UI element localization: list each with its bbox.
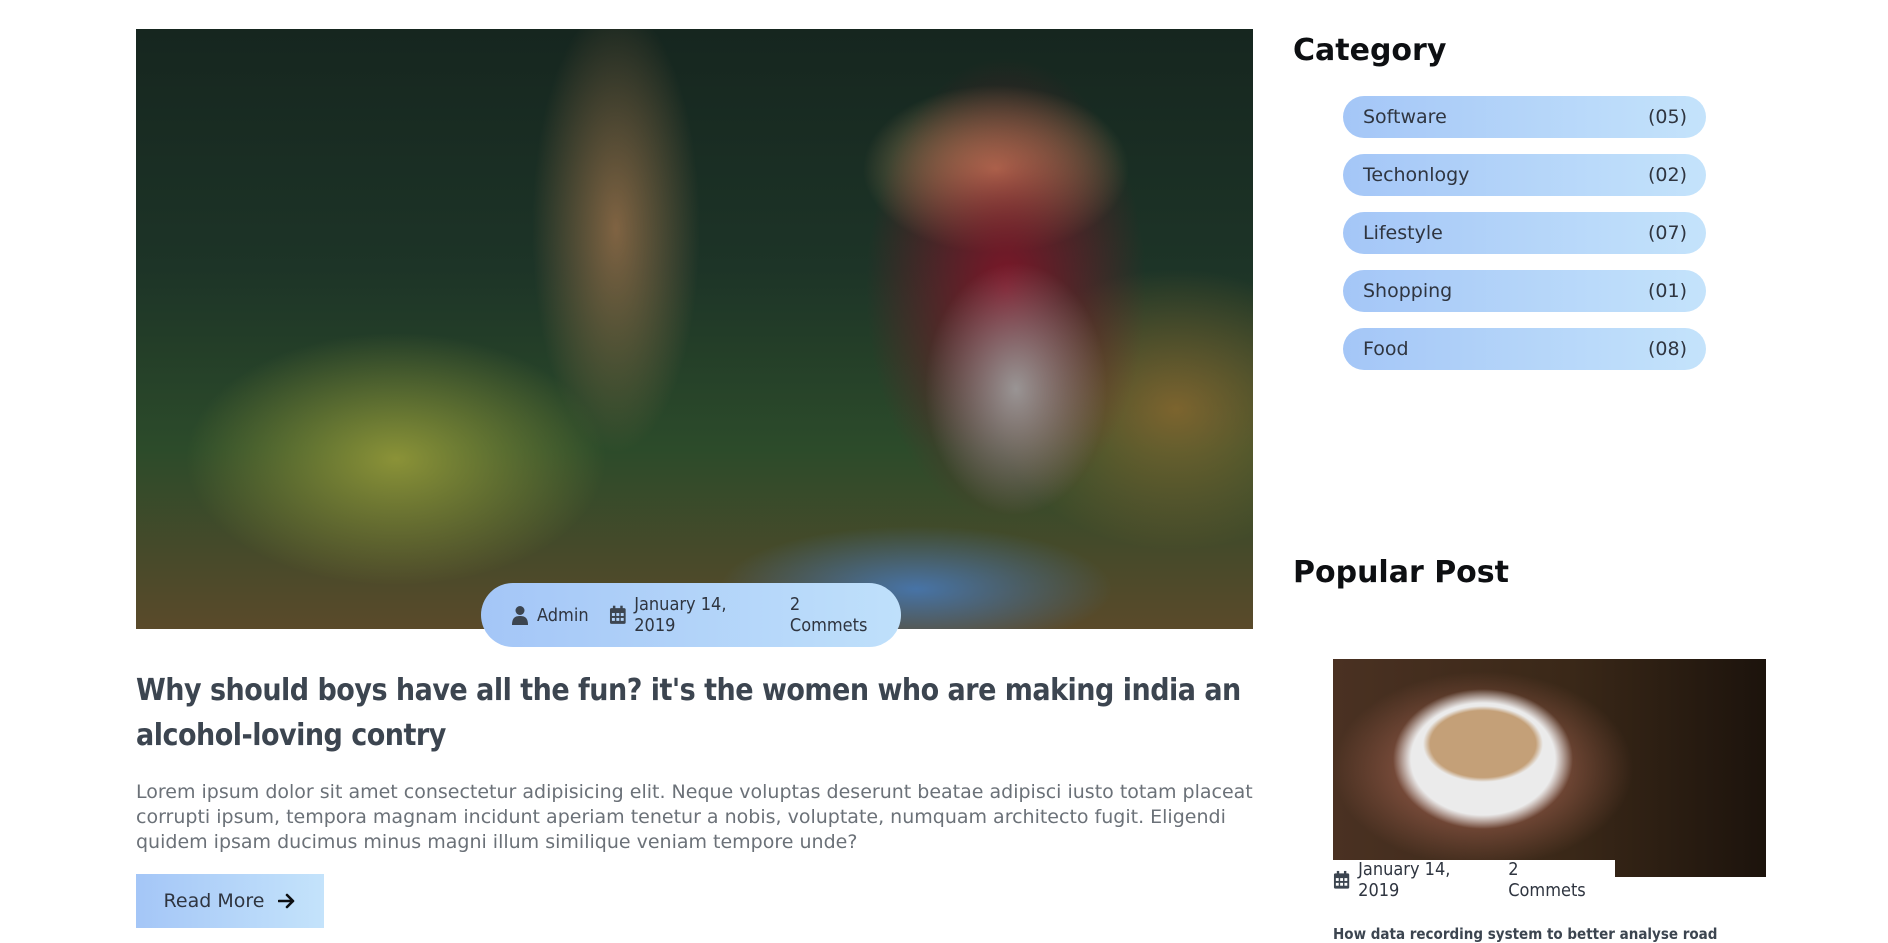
read-more-button[interactable]: Read More (136, 874, 324, 928)
category-count: (05) (1647, 106, 1687, 128)
post-meta-bar: Admin January 14, 2019 2 Commets (481, 583, 901, 647)
user-icon (512, 606, 528, 625)
post-comments-link[interactable]: 2 Commets (790, 594, 881, 636)
popular-post-title[interactable]: How data recording system to better anal… (1333, 925, 1773, 943)
arrow-right-icon (278, 893, 295, 909)
post-date-label: January 14, 2019 (634, 594, 727, 636)
popular-post-meta: January 14, 2019 2 Commets (1333, 859, 1615, 901)
post-author-label: Admin (537, 604, 589, 626)
popular-post-widget-title: Popular Post (1293, 555, 1509, 590)
category-count: (02) (1647, 164, 1687, 186)
category-item-software[interactable]: Software (05) (1343, 96, 1706, 138)
category-count: (01) (1647, 280, 1687, 302)
calendar-icon (1333, 870, 1350, 889)
category-count: (07) (1647, 222, 1687, 244)
popular-post-date-label: January 14, 2019 (1358, 859, 1451, 901)
category-item-shopping[interactable]: Shopping (01) (1343, 270, 1706, 312)
category-item-lifestyle[interactable]: Lifestyle (07) (1343, 212, 1706, 254)
category-list: Software (05) Techonlogy (02) Lifestyle … (1343, 96, 1706, 386)
calendar-icon (609, 605, 626, 624)
popular-post-comments-link[interactable]: 2 Commets (1508, 859, 1597, 901)
popular-post-date: January 14, 2019 (1333, 859, 1490, 901)
category-name: Techonlogy (1363, 164, 1470, 186)
category-item-food[interactable]: Food (08) (1343, 328, 1706, 370)
category-count: (08) (1647, 338, 1687, 360)
category-widget-title: Category (1293, 33, 1447, 68)
category-name: Software (1363, 106, 1447, 128)
post-excerpt: Lorem ipsum dolor sit amet consectetur a… (136, 781, 1253, 853)
post-title[interactable]: Why should boys have all the fun? it's t… (136, 668, 1256, 758)
popular-post-image[interactable] (1333, 659, 1766, 877)
main-post-image[interactable] (136, 29, 1253, 629)
read-more-label: Read More (163, 890, 265, 912)
post-date: January 14, 2019 (609, 594, 770, 636)
category-name: Shopping (1363, 280, 1453, 302)
post-author[interactable]: Admin (511, 605, 589, 626)
category-name: Lifestyle (1363, 222, 1443, 244)
category-item-technology[interactable]: Techonlogy (02) (1343, 154, 1706, 196)
category-name: Food (1363, 338, 1409, 360)
